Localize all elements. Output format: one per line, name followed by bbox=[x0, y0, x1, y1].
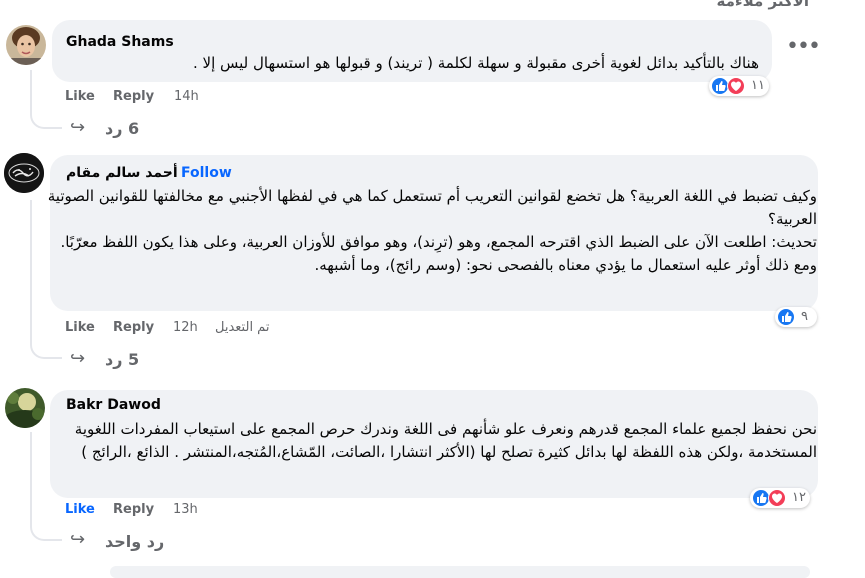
reaction-count: ٩ bbox=[801, 309, 808, 324]
thread-connector bbox=[30, 107, 62, 129]
comment-author[interactable]: Ghada Shams bbox=[66, 34, 174, 50]
timestamp[interactable]: 13h bbox=[173, 502, 198, 517]
comment-author[interactable]: Bakr Dawod bbox=[66, 397, 161, 413]
thread-connector bbox=[30, 519, 62, 541]
edited-label[interactable]: تم التعديل bbox=[215, 320, 269, 335]
avatar[interactable] bbox=[6, 25, 46, 65]
like-reaction-icon bbox=[777, 308, 795, 326]
like-button[interactable]: Like bbox=[65, 89, 95, 104]
love-reaction-icon bbox=[768, 489, 786, 507]
reply-arrow-icon: ↪ bbox=[70, 529, 86, 550]
reply-arrow-icon: ↪ bbox=[70, 117, 86, 138]
reactions-summary[interactable]: ١٢ bbox=[750, 488, 810, 508]
chevron-down-icon[interactable]: ▾ bbox=[818, 0, 825, 4]
reaction-count: ١١ bbox=[751, 78, 765, 93]
view-replies-link[interactable]: رد واحد bbox=[105, 532, 164, 551]
reply-button[interactable]: Reply bbox=[113, 502, 154, 517]
avatar[interactable] bbox=[5, 388, 45, 428]
reply-button[interactable]: Reply bbox=[113, 89, 154, 104]
like-button[interactable]: Like bbox=[65, 320, 95, 335]
thread-connector bbox=[30, 337, 62, 359]
comment-author[interactable]: أحمد سالم مقام bbox=[66, 165, 178, 181]
reactions-summary[interactable]: ٩ bbox=[775, 307, 817, 327]
avatar[interactable] bbox=[4, 153, 44, 193]
timestamp[interactable]: 14h bbox=[174, 89, 199, 104]
thread-line bbox=[30, 200, 32, 345]
next-comment-bubble bbox=[110, 566, 810, 578]
sort-dropdown-label[interactable]: الأكثر ملاءمة bbox=[717, 0, 809, 10]
thread-line bbox=[30, 432, 32, 527]
view-replies-link[interactable]: 5 رد bbox=[105, 350, 139, 369]
reactions-summary[interactable]: ١١ bbox=[709, 76, 769, 96]
timestamp[interactable]: 12h bbox=[173, 320, 198, 335]
reaction-count: ١٢ bbox=[792, 490, 806, 505]
comment-text: وكيف تضبط في اللغة العربية؟ هل تخضع لقوا… bbox=[47, 187, 817, 274]
follow-button[interactable]: Follow bbox=[181, 165, 232, 181]
separator-dot: · bbox=[168, 165, 173, 181]
love-reaction-icon bbox=[727, 77, 745, 95]
more-options-icon[interactable]: ••• bbox=[786, 34, 821, 59]
comment-text: هناك بالتأكيد بدائل لغوية أخرى مقبولة و … bbox=[192, 54, 759, 72]
like-button[interactable]: Like bbox=[65, 502, 95, 517]
comment-text: نحن نحفظ لجميع علماء المجمع قدرهم ونعرف … bbox=[74, 420, 817, 461]
reply-arrow-icon: ↪ bbox=[70, 348, 86, 369]
reply-button[interactable]: Reply bbox=[113, 320, 154, 335]
view-replies-link[interactable]: 6 رد bbox=[105, 119, 139, 138]
